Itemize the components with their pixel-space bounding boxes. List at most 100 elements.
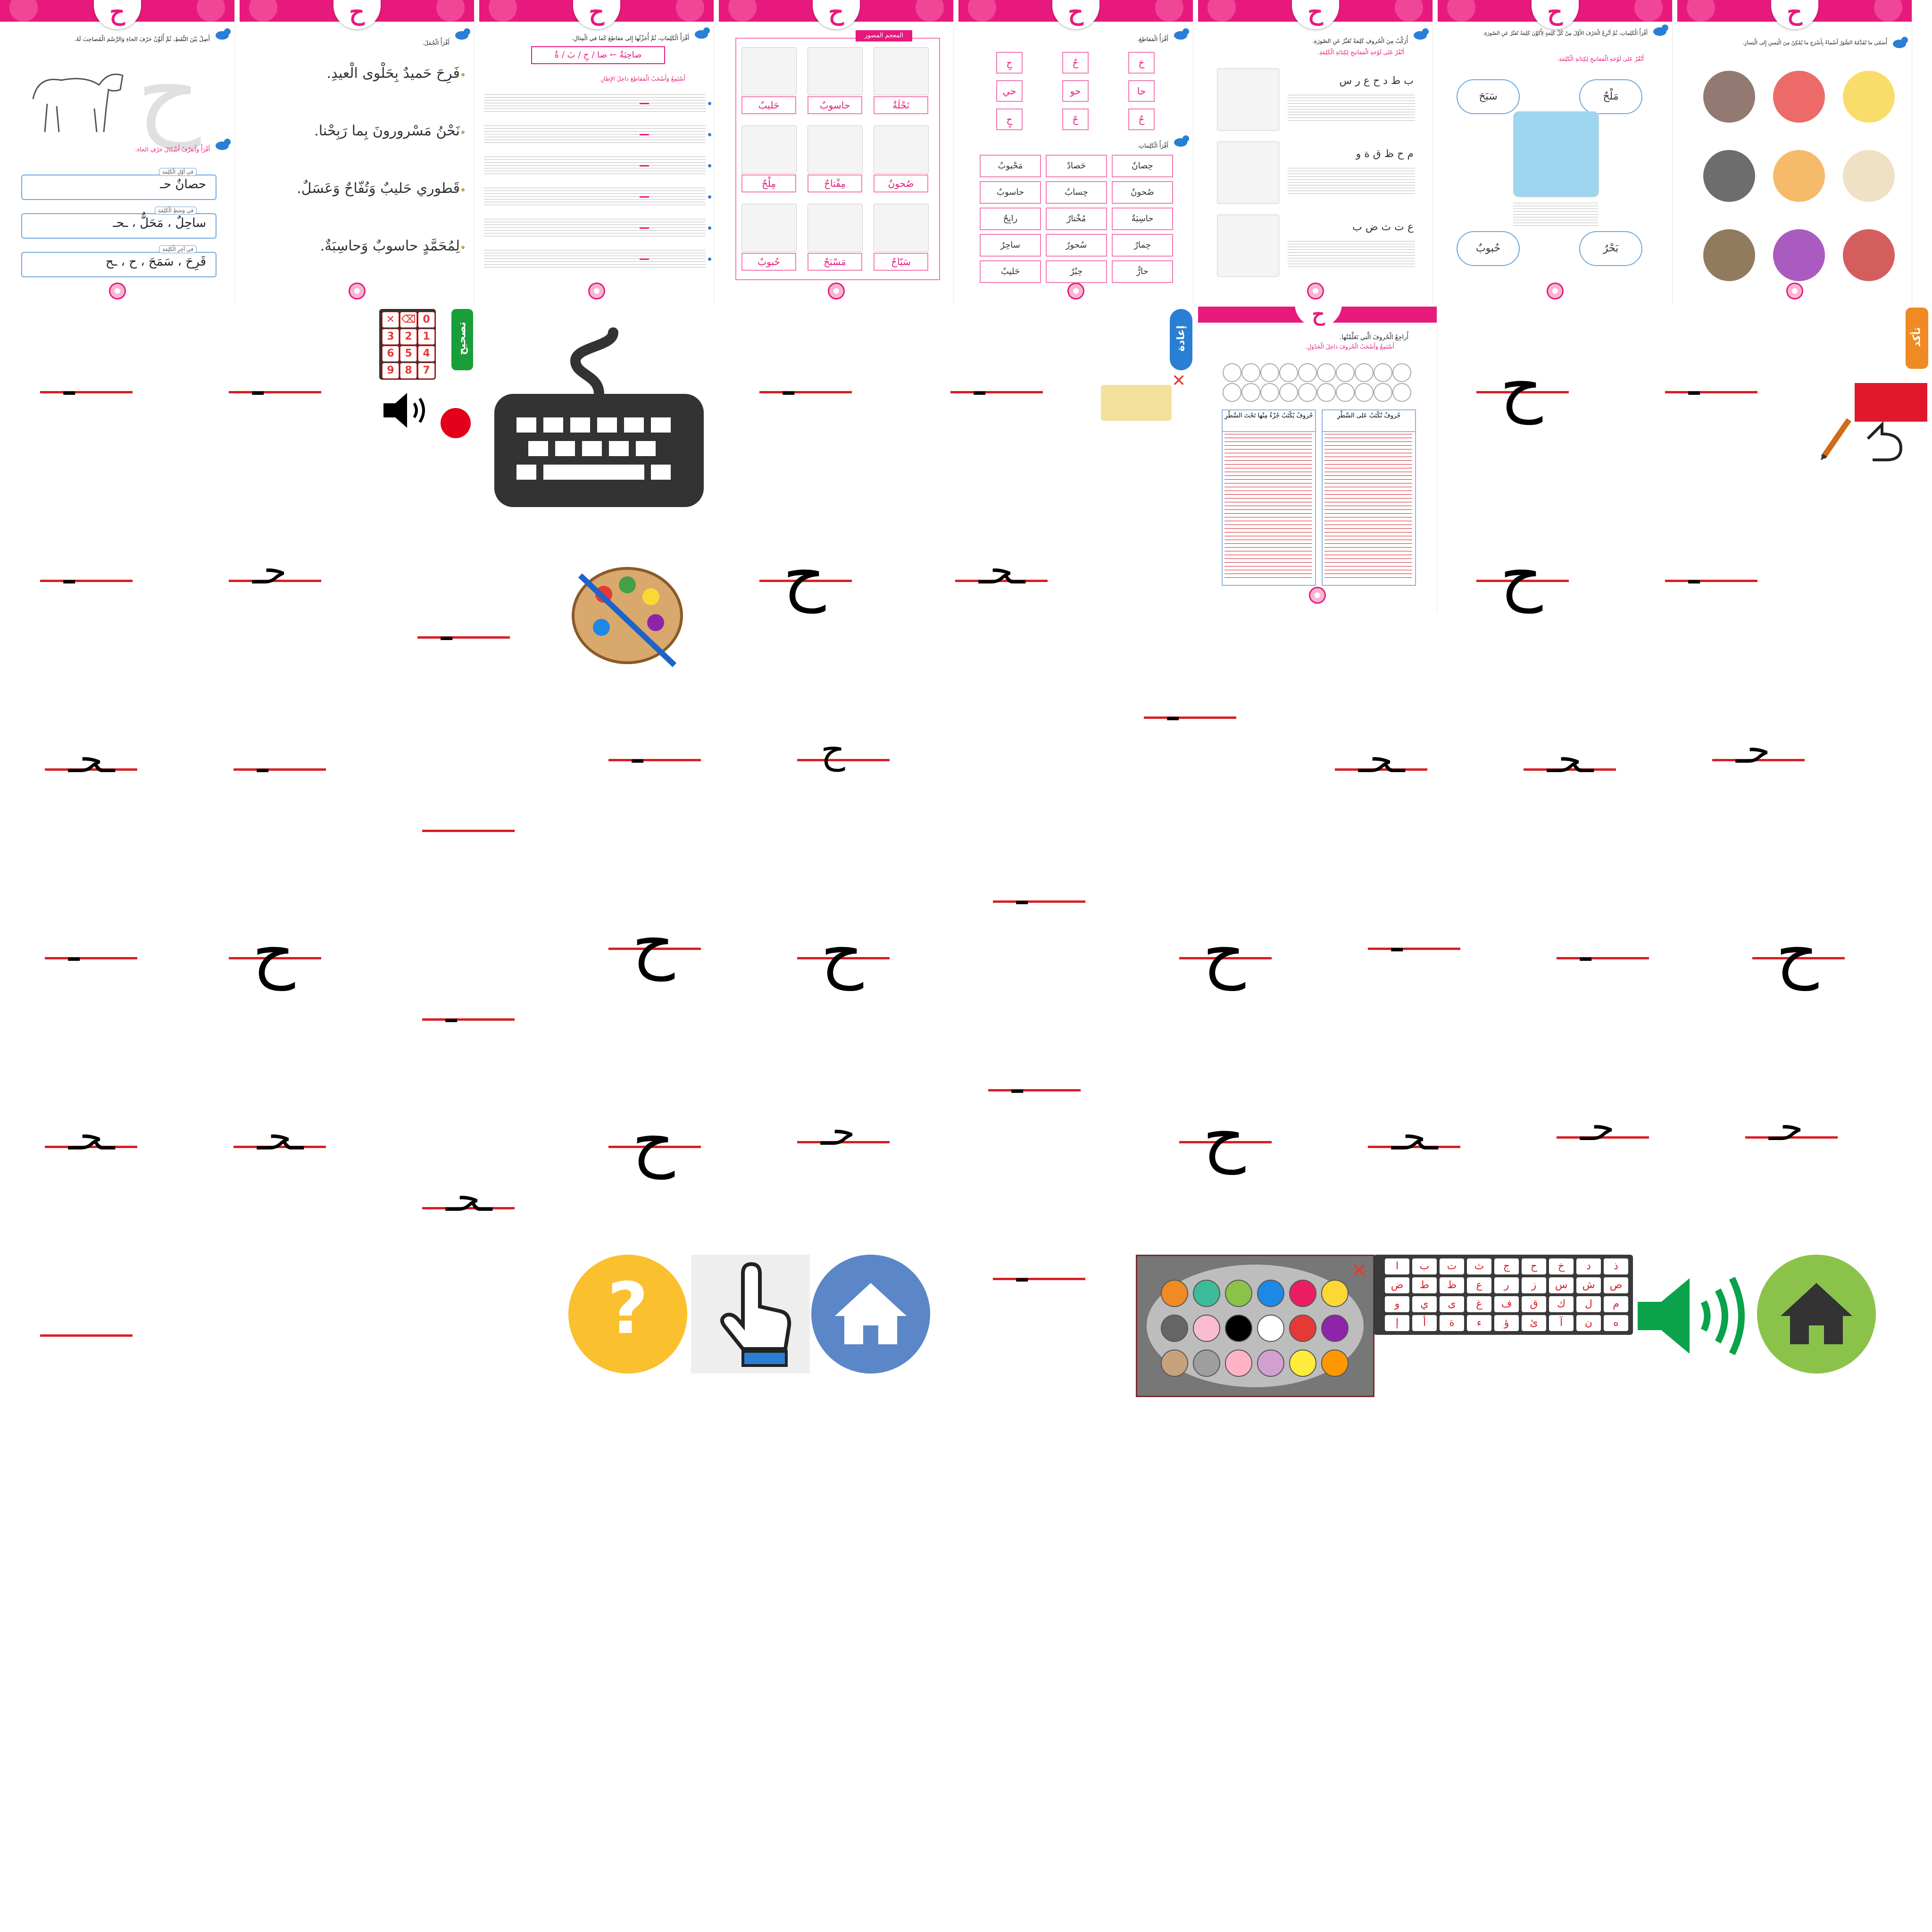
close-icon[interactable]: ✕ [1351,1259,1367,1282]
word-card[interactable]: حارٌّ [1112,260,1173,283]
letter-drop-circle[interactable] [1260,363,1279,382]
picture-card[interactable] [874,204,929,252]
letter-drop-circle[interactable] [1241,383,1260,402]
word-card[interactable]: حاسِبَةٌ [1112,208,1173,230]
letter-drop-circle[interactable] [1355,383,1374,402]
arabic-key[interactable]: ئ [1522,1315,1546,1331]
answer-lines[interactable] [1288,168,1415,196]
letter-drop-circle[interactable] [1279,383,1298,402]
picture-item[interactable] [1773,71,1825,123]
letter-form-tile[interactable]: حـ [229,547,323,604]
arabic-key[interactable]: ل [1576,1296,1601,1312]
hand-pointer-icon[interactable] [691,1255,810,1374]
letter-form-tile[interactable]: حـ [1745,1104,1840,1160]
letter-form-tile[interactable]: ـ [1665,358,1759,415]
word-card[interactable]: حاسوبٌ [980,181,1041,204]
letter-drop-circle[interactable] [1298,363,1317,382]
letter-form-tile[interactable]: ـحـ [45,736,139,792]
picture-item[interactable] [1773,150,1825,202]
picture-card[interactable] [874,47,929,95]
letter-form-tile[interactable]: ح [229,920,323,986]
arabic-key[interactable]: ء [1467,1315,1491,1331]
letter-drop-circle[interactable] [1392,383,1411,402]
letter-drop-circle[interactable] [1317,383,1336,402]
arabic-key[interactable]: ش [1576,1277,1601,1293]
color-swatch[interactable] [1321,1280,1349,1307]
arabic-key[interactable]: ة [1440,1315,1464,1331]
letter-drop-circle[interactable] [1279,363,1298,382]
color-swatch[interactable] [1193,1349,1220,1377]
letter-drop-circle[interactable] [1223,383,1241,402]
arabic-key[interactable]: س [1549,1277,1574,1293]
picture-item[interactable] [1703,229,1755,281]
speaker-icon[interactable] [381,389,433,432]
word-card[interactable]: ساحِرٌ [980,234,1041,257]
word-card[interactable]: مُخْتارٌ [1046,208,1107,230]
letter-form-tile[interactable]: ـ [993,1245,1087,1302]
letter-drop-circle[interactable] [1336,363,1355,382]
picture-word[interactable]: حُبوبٌ [741,253,796,271]
letter-form-tile[interactable]: ح [1476,542,1571,608]
letter-drop-circle[interactable] [1260,383,1279,402]
letter-form-tile[interactable]: ـ [1557,924,1651,981]
picture-card[interactable] [741,204,797,252]
letter-form-tile[interactable]: ح [608,1108,703,1174]
syllable-card[interactable]: حو [1062,80,1089,102]
answer-lines[interactable] [1288,241,1415,269]
picture-item[interactable] [1703,71,1755,123]
arabic-key[interactable]: ر [1494,1277,1519,1293]
letter-form-tile[interactable]: ـ [759,358,854,415]
letter-form-tile[interactable]: ـ [417,604,512,660]
arabic-key[interactable]: ق [1522,1296,1546,1312]
picture-word[interactable]: حَليبٌ [741,96,796,114]
letter-form-tile[interactable]: ـحـ [1368,1113,1462,1170]
picture-word[interactable]: سَبّاحٌ [874,253,928,271]
help-button[interactable]: ? [568,1255,687,1374]
word-card[interactable]: حِسابٌ [1046,181,1107,204]
letter-form-tile[interactable]: ـحـ [233,1113,328,1170]
undo-icon[interactable] [1854,420,1907,462]
drop-target-dot[interactable] [708,133,711,136]
keyboard-icon[interactable] [491,323,708,512]
letter-drop-circle[interactable] [1241,363,1260,382]
letter-drop-circle[interactable] [1355,363,1374,382]
letter-drop-circle[interactable] [1336,383,1355,402]
syllable-card[interactable]: حُ [1062,52,1089,74]
drop-target-dot[interactable] [708,195,711,199]
letter-form-tile[interactable]: ـحـ [1335,736,1429,792]
answer-lines[interactable] [1513,203,1598,226]
color-swatch[interactable] [1225,1315,1252,1342]
word-cloud[interactable]: بَحْرٌ [1579,231,1642,266]
picture-item[interactable] [1843,150,1895,202]
arabic-key[interactable]: ع [1467,1277,1491,1293]
letter-form-tile[interactable]: ـ [1144,684,1238,741]
arabic-key[interactable]: ا [1385,1258,1409,1274]
arabic-key[interactable]: إ [1385,1315,1409,1331]
picture-word[interactable]: مِفْتاحٌ [808,175,862,192]
arabic-key[interactable]: ز [1522,1277,1546,1293]
letter-form-tile[interactable]: ـ [950,358,1045,415]
word-card[interactable]: حِبْرٌ [1046,260,1107,283]
arabic-key[interactable]: و [1385,1296,1409,1312]
keypad-key[interactable]: 4 [418,346,435,362]
arabic-key[interactable]: ف [1494,1296,1519,1312]
keypad-key[interactable]: 7 [418,363,435,379]
syllable-card[interactable]: حا [1128,80,1155,102]
arabic-key[interactable]: ج [1494,1258,1519,1274]
picture-item[interactable] [1843,71,1895,123]
letter-form-tile[interactable]: ـ [233,736,328,792]
picture-card[interactable] [741,125,797,174]
word-card[interactable]: حَليبٌ [980,260,1041,283]
color-swatch[interactable] [1225,1280,1252,1307]
picture-card[interactable] [874,125,929,174]
drop-target-dot[interactable] [708,226,711,230]
letter-drop-circle[interactable] [1317,363,1336,382]
arabic-key[interactable]: ن [1576,1315,1601,1331]
letter-form-tile[interactable]: ح [1179,1104,1274,1170]
color-swatch[interactable] [1161,1280,1188,1307]
red-color-swatch[interactable] [1855,383,1927,422]
table-col-right[interactable]: حُروفٌ تُكْتَبُ عَلى السَّطْرِ [1322,409,1416,586]
arabic-key[interactable]: ت [1440,1258,1464,1274]
home-button-blue[interactable] [811,1255,930,1374]
letter-form-tile[interactable]: ح [797,726,891,783]
